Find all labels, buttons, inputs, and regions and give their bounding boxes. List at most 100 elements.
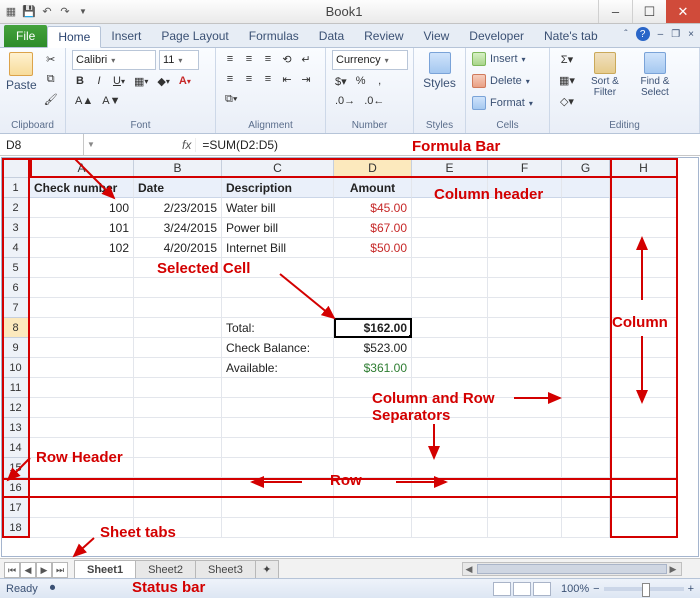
row-header-4[interactable]: 4 bbox=[2, 238, 30, 258]
cell[interactable]: 4/20/2015 bbox=[134, 238, 222, 258]
cell[interactable] bbox=[334, 298, 412, 318]
cell[interactable]: Check number bbox=[30, 178, 134, 198]
macro-record-icon[interactable]: ⏺ bbox=[50, 582, 56, 595]
cell[interactable] bbox=[562, 338, 610, 358]
cell[interactable] bbox=[610, 258, 678, 278]
select-all-corner[interactable] bbox=[2, 158, 30, 178]
cell[interactable]: $162.00 bbox=[334, 318, 412, 338]
zoom-in-icon[interactable]: + bbox=[688, 583, 694, 595]
cell[interactable] bbox=[334, 498, 412, 518]
cell[interactable] bbox=[562, 418, 610, 438]
cell[interactable] bbox=[610, 238, 678, 258]
paste-button[interactable]: Paste bbox=[6, 50, 37, 92]
cell[interactable] bbox=[488, 438, 562, 458]
cell[interactable] bbox=[134, 498, 222, 518]
cell[interactable] bbox=[488, 338, 562, 358]
row-header-11[interactable]: 11 bbox=[2, 378, 30, 398]
font-color-button[interactable]: A▾ bbox=[176, 72, 194, 90]
cell[interactable]: 102 bbox=[30, 238, 134, 258]
minimize-ribbon-icon[interactable]: ˆ bbox=[624, 29, 627, 40]
cell[interactable]: 3/24/2015 bbox=[134, 218, 222, 238]
sheet-tab-2[interactable]: Sheet2 bbox=[135, 560, 196, 578]
cell[interactable] bbox=[562, 258, 610, 278]
cell[interactable] bbox=[222, 378, 334, 398]
tab-page-layout[interactable]: Page Layout bbox=[151, 25, 238, 47]
cell[interactable] bbox=[610, 318, 678, 338]
cell[interactable] bbox=[610, 438, 678, 458]
currency-icon[interactable]: $▾ bbox=[332, 72, 350, 90]
cell[interactable]: 2/23/2015 bbox=[134, 198, 222, 218]
cell[interactable] bbox=[30, 318, 134, 338]
cell[interactable] bbox=[488, 418, 562, 438]
cell[interactable] bbox=[610, 478, 678, 498]
decrease-font-icon[interactable]: A▼ bbox=[99, 92, 123, 110]
tab-formulas[interactable]: Formulas bbox=[239, 25, 309, 47]
doc-close-icon[interactable]: × bbox=[688, 29, 694, 40]
cell[interactable] bbox=[610, 378, 678, 398]
cell[interactable] bbox=[134, 258, 222, 278]
qat-dropdown-icon[interactable]: ▼ bbox=[76, 5, 90, 19]
col-header-C[interactable]: C bbox=[222, 158, 334, 178]
cell[interactable] bbox=[610, 198, 678, 218]
font-name-dropdown[interactable]: Calibri▾ bbox=[72, 50, 156, 70]
tab-home[interactable]: Home bbox=[47, 26, 101, 48]
close-button[interactable]: ✕ bbox=[666, 0, 700, 23]
row-header-18[interactable]: 18 bbox=[2, 518, 30, 538]
cell[interactable] bbox=[488, 358, 562, 378]
cell[interactable] bbox=[562, 238, 610, 258]
minimize-button[interactable]: – bbox=[598, 0, 632, 23]
cell[interactable] bbox=[134, 478, 222, 498]
cut-icon[interactable]: ✂ bbox=[41, 50, 61, 68]
cell[interactable]: $50.00 bbox=[334, 238, 412, 258]
align-bottom-icon[interactable]: ≡ bbox=[260, 50, 276, 68]
col-header-F[interactable]: F bbox=[488, 158, 562, 178]
cell[interactable] bbox=[134, 338, 222, 358]
align-left-icon[interactable]: ≡ bbox=[222, 70, 238, 88]
tab-review[interactable]: Review bbox=[354, 25, 413, 47]
doc-minimize-icon[interactable]: – bbox=[658, 29, 664, 40]
cell[interactable] bbox=[488, 298, 562, 318]
cell[interactable]: $361.00 bbox=[334, 358, 412, 378]
cell[interactable]: Internet Bill bbox=[222, 238, 334, 258]
cell[interactable] bbox=[222, 418, 334, 438]
cell[interactable] bbox=[412, 278, 488, 298]
row-header-1[interactable]: 1 bbox=[2, 178, 30, 198]
cell[interactable] bbox=[562, 378, 610, 398]
cell[interactable] bbox=[610, 278, 678, 298]
tab-view[interactable]: View bbox=[414, 25, 460, 47]
tab-developer[interactable]: Developer bbox=[459, 25, 534, 47]
sheet-nav-prev[interactable]: ◀ bbox=[20, 562, 36, 578]
cell[interactable] bbox=[334, 378, 412, 398]
orientation-icon[interactable]: ⟲ bbox=[279, 50, 295, 68]
view-page-break-icon[interactable] bbox=[533, 582, 551, 596]
cell[interactable] bbox=[610, 398, 678, 418]
zoom-control[interactable]: 100% − + bbox=[561, 583, 694, 595]
col-header-A[interactable]: A bbox=[30, 158, 134, 178]
cells-insert-button[interactable]: Insert▾ bbox=[472, 50, 526, 68]
increase-font-icon[interactable]: A▲ bbox=[72, 92, 96, 110]
row-header-15[interactable]: 15 bbox=[2, 458, 30, 478]
cell[interactable] bbox=[488, 498, 562, 518]
row-header-6[interactable]: 6 bbox=[2, 278, 30, 298]
cell[interactable] bbox=[488, 318, 562, 338]
col-header-E[interactable]: E bbox=[412, 158, 488, 178]
cell[interactable] bbox=[562, 358, 610, 378]
cell[interactable] bbox=[562, 398, 610, 418]
cell[interactable] bbox=[30, 298, 134, 318]
cell[interactable] bbox=[334, 278, 412, 298]
align-right-icon[interactable]: ≡ bbox=[260, 70, 276, 88]
cell[interactable] bbox=[488, 378, 562, 398]
italic-button[interactable]: I bbox=[91, 72, 107, 90]
percent-icon[interactable]: % bbox=[353, 72, 369, 90]
cell[interactable] bbox=[488, 178, 562, 198]
row-header-10[interactable]: 10 bbox=[2, 358, 30, 378]
cell[interactable] bbox=[134, 318, 222, 338]
namebox-dropdown-icon[interactable]: ▼ bbox=[84, 140, 98, 149]
cell[interactable] bbox=[30, 518, 134, 538]
fx-button[interactable]: fx bbox=[178, 138, 196, 152]
redo-icon[interactable]: ↷ bbox=[58, 5, 72, 19]
cell[interactable] bbox=[412, 398, 488, 418]
cell[interactable] bbox=[30, 458, 134, 478]
row-header-16[interactable]: 16 bbox=[2, 478, 30, 498]
format-painter-icon[interactable]: 🖌 bbox=[41, 90, 61, 108]
